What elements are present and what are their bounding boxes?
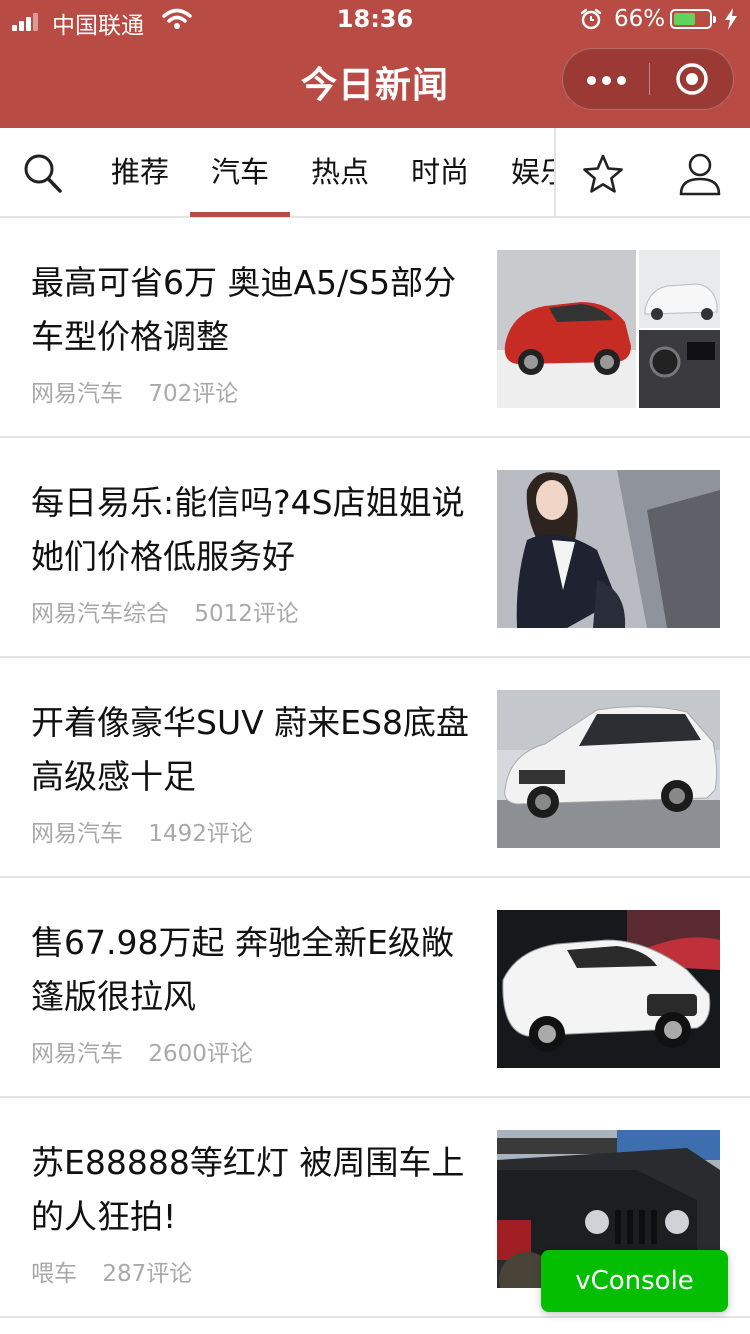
news-title: 每日易乐:能信吗?4S店姐姐说她们价格低服务好 [31,483,465,576]
charging-icon [725,8,737,30]
more-icon[interactable] [563,49,649,109]
news-source: 网易汽车 [31,1041,123,1067]
news-source: 喂车 [31,1261,77,1287]
woman-photo [497,470,720,628]
mini-program-capsule [562,48,734,110]
news-comments: 702评论 [148,381,239,407]
news-list: 最高可省6万 奥迪A5/S5部分车型价格调整 网易汽车 702评论 每日易乐:能… [0,218,750,1318]
news-comments: 5012评论 [194,601,299,627]
tab-fashion[interactable]: 时尚 [390,128,490,216]
white-convertible-photo [497,910,720,1068]
search-icon[interactable] [18,150,68,196]
news-source: 网易汽车综合 [31,601,169,627]
news-item[interactable]: 开着像豪华SUV 蔚来ES8底盘高级感十足 网易汽车 1492评论 [0,658,750,878]
news-title: 苏E88888等红灯 被周围车上的人狂拍! [31,1143,465,1236]
white-suv-photo [497,690,720,848]
close-target-icon[interactable] [649,49,735,109]
news-meta: 网易汽车综合 5012评论 [31,594,317,628]
news-comments: 287评论 [102,1261,193,1287]
news-title: 最高可省6万 奥迪A5/S5部分车型价格调整 [31,263,457,356]
status-bar: 中国联通 18:36 66% [0,0,750,40]
user-icon[interactable] [676,150,724,198]
top-bar: 中国联通 18:36 66% 今日新闻 [0,0,750,128]
red-sedan-photo [497,250,720,408]
star-icon[interactable] [580,152,626,196]
news-meta: 网易汽车 1492评论 [31,814,271,848]
news-meta: 网易汽车 2600评论 [31,1034,271,1068]
news-title: 售67.98万起 奔驰全新E级敞篷版很拉风 [31,923,454,1016]
tab-hot[interactable]: 热点 [290,128,390,216]
battery-percent: 66% [614,6,666,32]
news-source: 网易汽车 [31,821,123,847]
news-item[interactable]: 每日易乐:能信吗?4S店姐姐说她们价格低服务好 网易汽车综合 5012评论 [0,438,750,658]
news-meta: 网易汽车 702评论 [31,374,256,408]
news-item[interactable]: 售67.98万起 奔驰全新E级敞篷版很拉风 网易汽车 2600评论 [0,878,750,1098]
news-comments: 1492评论 [148,821,253,847]
news-meta: 喂车 287评论 [31,1254,210,1288]
vconsole-button[interactable]: vConsole [541,1250,728,1312]
tab-recommend[interactable]: 推荐 [90,128,190,216]
news-source: 网易汽车 [31,381,123,407]
battery-icon [670,9,716,29]
tab-entertainment[interactable]: 娱乐 [490,128,555,216]
tab-auto[interactable]: 汽车 [190,128,290,217]
channel-tab-bar: 推荐 汽车 热点 时尚 娱乐 [0,128,750,218]
tab-divider [554,128,556,218]
tab-scroll[interactable]: 推荐 汽车 热点 时尚 娱乐 [90,128,555,218]
alarm-icon [580,8,602,30]
news-comments: 2600评论 [148,1041,253,1067]
news-item[interactable]: 最高可省6万 奥迪A5/S5部分车型价格调整 网易汽车 702评论 [0,218,750,438]
news-title: 开着像豪华SUV 蔚来ES8底盘高级感十足 [31,703,469,796]
